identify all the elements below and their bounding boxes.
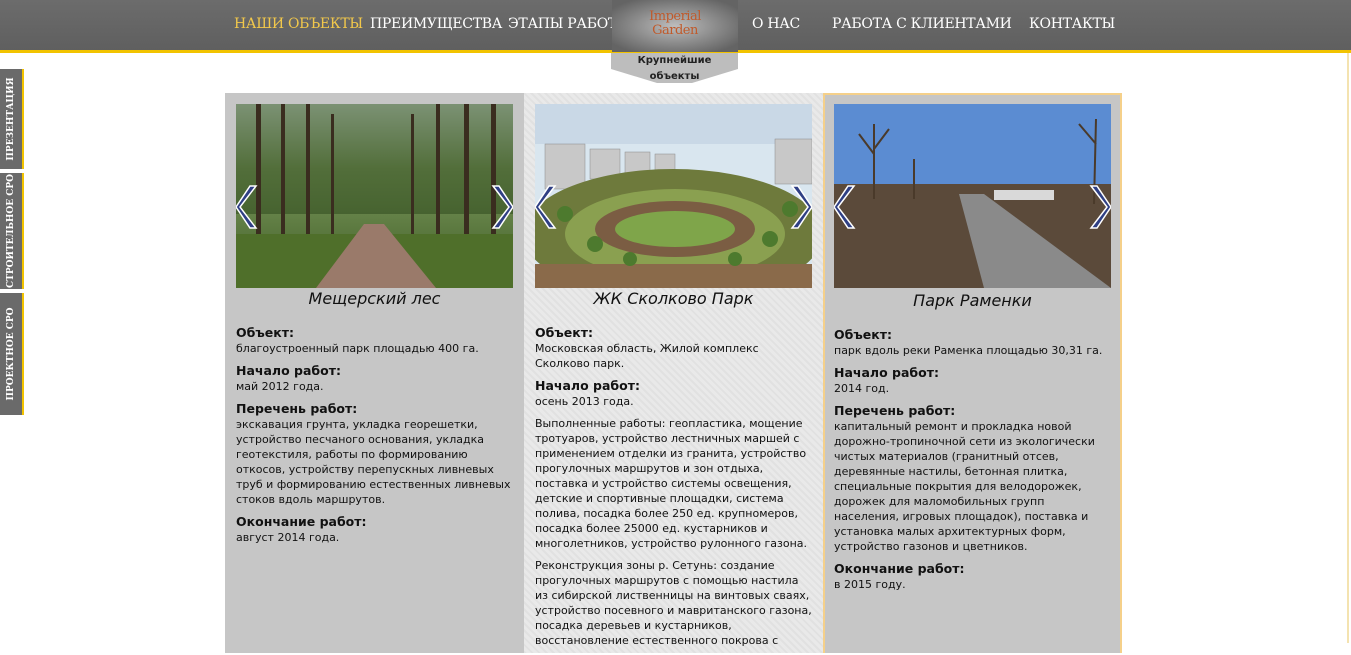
object-label: Объект: — [236, 325, 294, 340]
project-photo-skolkovo — [535, 104, 812, 288]
start-label: Начало работ: — [834, 365, 939, 380]
logo-line-2: Garden — [652, 23, 698, 38]
project-card-ramenki: Парк Раменки Объект: парк вдоль реки Рам… — [823, 93, 1122, 653]
start-text: май 2012 года. — [236, 380, 324, 393]
project-title: ЖК Сколково Парк — [593, 289, 754, 308]
project-title: Мещерский лес — [308, 289, 441, 308]
start-text: 2014 год. — [834, 382, 890, 395]
nav-work-stages[interactable]: ЭТАПЫ РАБОТ — [508, 16, 617, 32]
project-photo-ramenki — [834, 104, 1111, 288]
prev-arrow-icon[interactable] — [236, 184, 258, 230]
object-text: парк вдоль реки Раменка площадью 30,31 г… — [834, 344, 1103, 357]
works-paragraph-1: Выполненные работы: геопластика, мощение… — [535, 417, 808, 550]
start-label: Начало работ: — [535, 378, 640, 393]
works-text: экскавация грунта, укладка георешетки, у… — [236, 418, 511, 506]
project-details: Объект: благоустроенный парк площадью 40… — [236, 325, 514, 552]
works-label: Перечень работ: — [236, 401, 358, 416]
object-label: Объект: — [834, 327, 892, 342]
nav-advantages[interactable]: ПРЕИМУЩЕСТВА — [370, 16, 502, 32]
subtab-label: Крупнейшие объекты — [637, 55, 712, 82]
nav-contacts[interactable]: КОНТАКТЫ — [1029, 16, 1115, 32]
next-arrow-icon[interactable] — [491, 184, 513, 230]
works-paragraph-2: Реконструкция зоны р. Сетунь: создание п… — [535, 559, 812, 647]
right-border-line — [1347, 53, 1349, 643]
start-label: Начало работ: — [236, 363, 341, 378]
object-text: благоустроенный парк площадью 400 га. — [236, 342, 479, 355]
nav-clients[interactable]: РАБОТА С КЛИЕНТАМИ — [832, 16, 1012, 32]
side-tab-construction-sro[interactable]: СТРОИТЕЛЬНОЕ СРО — [0, 173, 24, 289]
project-card-meshchersky: Мещерский лес Объект: благоустроенный па… — [225, 93, 524, 653]
next-arrow-icon[interactable] — [1089, 184, 1111, 230]
end-label: Окончание работ: — [236, 514, 367, 529]
object-label: Объект: — [535, 325, 593, 340]
side-tab-construction-sro-label: СТРОИТЕЛЬНОЕ СРО — [6, 173, 16, 289]
top-nav-bar: НАШИ ОБЪЕКТЫ ПРЕИМУЩЕСТВА ЭТАПЫ РАБОТ Im… — [0, 0, 1351, 53]
works-text: капитальный ремонт и прокладка новой дор… — [834, 420, 1095, 553]
prev-arrow-icon[interactable] — [834, 184, 856, 230]
imperial-garden-logo[interactable]: Imperial Garden — [612, 0, 738, 52]
end-text: август 2014 года. — [236, 531, 340, 544]
side-tab-design-sro[interactable]: ПРОЕКТНОЕ СРО — [0, 293, 24, 415]
works-label: Перечень работ: — [834, 403, 956, 418]
project-card-skolkovo: ЖК Сколково Парк Объект: Московская обла… — [524, 93, 823, 653]
project-details: Объект: Московская область, Жилой компле… — [535, 325, 813, 655]
logo-line-1: Imperial — [649, 9, 701, 24]
side-tab-presentation-label: ПРЕЗЕНТАЦИЯ — [6, 77, 16, 161]
side-tabs: ПРЕЗЕНТАЦИЯ СТРОИТЕЛЬНОЕ СРО ПРОЕКТНОЕ С… — [0, 50, 24, 643]
nav-about[interactable]: О НАС — [752, 16, 800, 32]
object-text: Московская область, Жилой комплекс Сколк… — [535, 342, 759, 370]
nav-our-objects[interactable]: НАШИ ОБЪЕКТЫ — [234, 16, 363, 32]
side-tab-design-sro-label: ПРОЕКТНОЕ СРО — [6, 307, 16, 401]
start-text: осень 2013 года. — [535, 395, 634, 408]
end-text: в 2015 году. — [834, 578, 906, 591]
project-details: Объект: парк вдоль реки Раменка площадью… — [834, 327, 1112, 599]
subtab-largest-objects[interactable]: Крупнейшие объекты — [611, 53, 738, 83]
next-arrow-icon[interactable] — [790, 184, 812, 230]
prev-arrow-icon[interactable] — [535, 184, 557, 230]
side-tab-presentation[interactable]: ПРЕЗЕНТАЦИЯ — [0, 69, 24, 169]
project-title: Парк Раменки — [913, 291, 1032, 310]
project-photo-forest — [236, 104, 513, 288]
end-label: Окончание работ: — [834, 561, 965, 576]
